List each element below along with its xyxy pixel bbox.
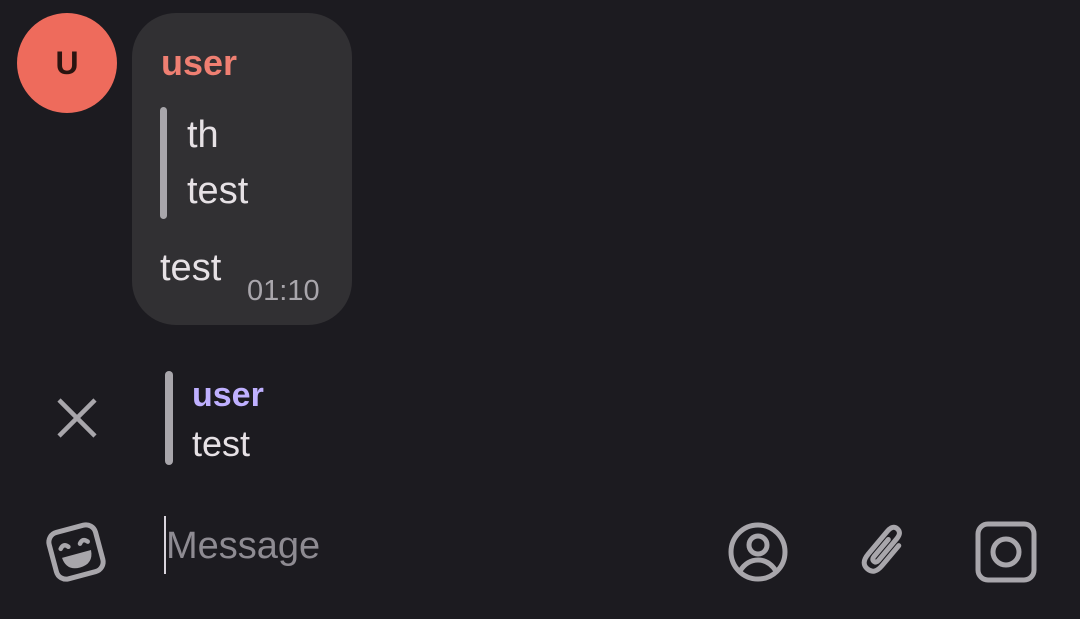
message-text: test bbox=[160, 247, 222, 289]
avatar-initial: U bbox=[55, 44, 79, 81]
message-sender-name[interactable]: user bbox=[161, 43, 237, 83]
emoji-button[interactable] bbox=[42, 518, 110, 586]
message-input[interactable] bbox=[164, 516, 686, 576]
sticker-emoji-icon bbox=[46, 522, 106, 582]
chat-screen: U user th test test 01:10 user test bbox=[0, 0, 1080, 619]
quote-bar bbox=[160, 107, 167, 219]
attach-button[interactable] bbox=[848, 517, 918, 587]
camera-icon bbox=[975, 521, 1037, 583]
reply-text: test bbox=[192, 423, 251, 464]
reply-bar bbox=[165, 371, 173, 465]
close-icon bbox=[57, 398, 97, 438]
reply-sender-name: user bbox=[192, 376, 264, 414]
text-cursor bbox=[164, 516, 166, 574]
message-timestamp: 01:10 bbox=[247, 275, 320, 307]
camera-button[interactable] bbox=[971, 517, 1041, 587]
avatar[interactable]: U bbox=[17, 13, 117, 113]
cancel-reply-button[interactable] bbox=[52, 393, 102, 443]
message-bubble[interactable]: user th test test 01:10 bbox=[132, 13, 352, 325]
paperclip-icon bbox=[861, 524, 902, 574]
profile-button[interactable] bbox=[723, 517, 793, 587]
quoted-line: th bbox=[187, 114, 219, 156]
account-circle-icon bbox=[728, 522, 788, 582]
quoted-line: test bbox=[187, 170, 249, 212]
